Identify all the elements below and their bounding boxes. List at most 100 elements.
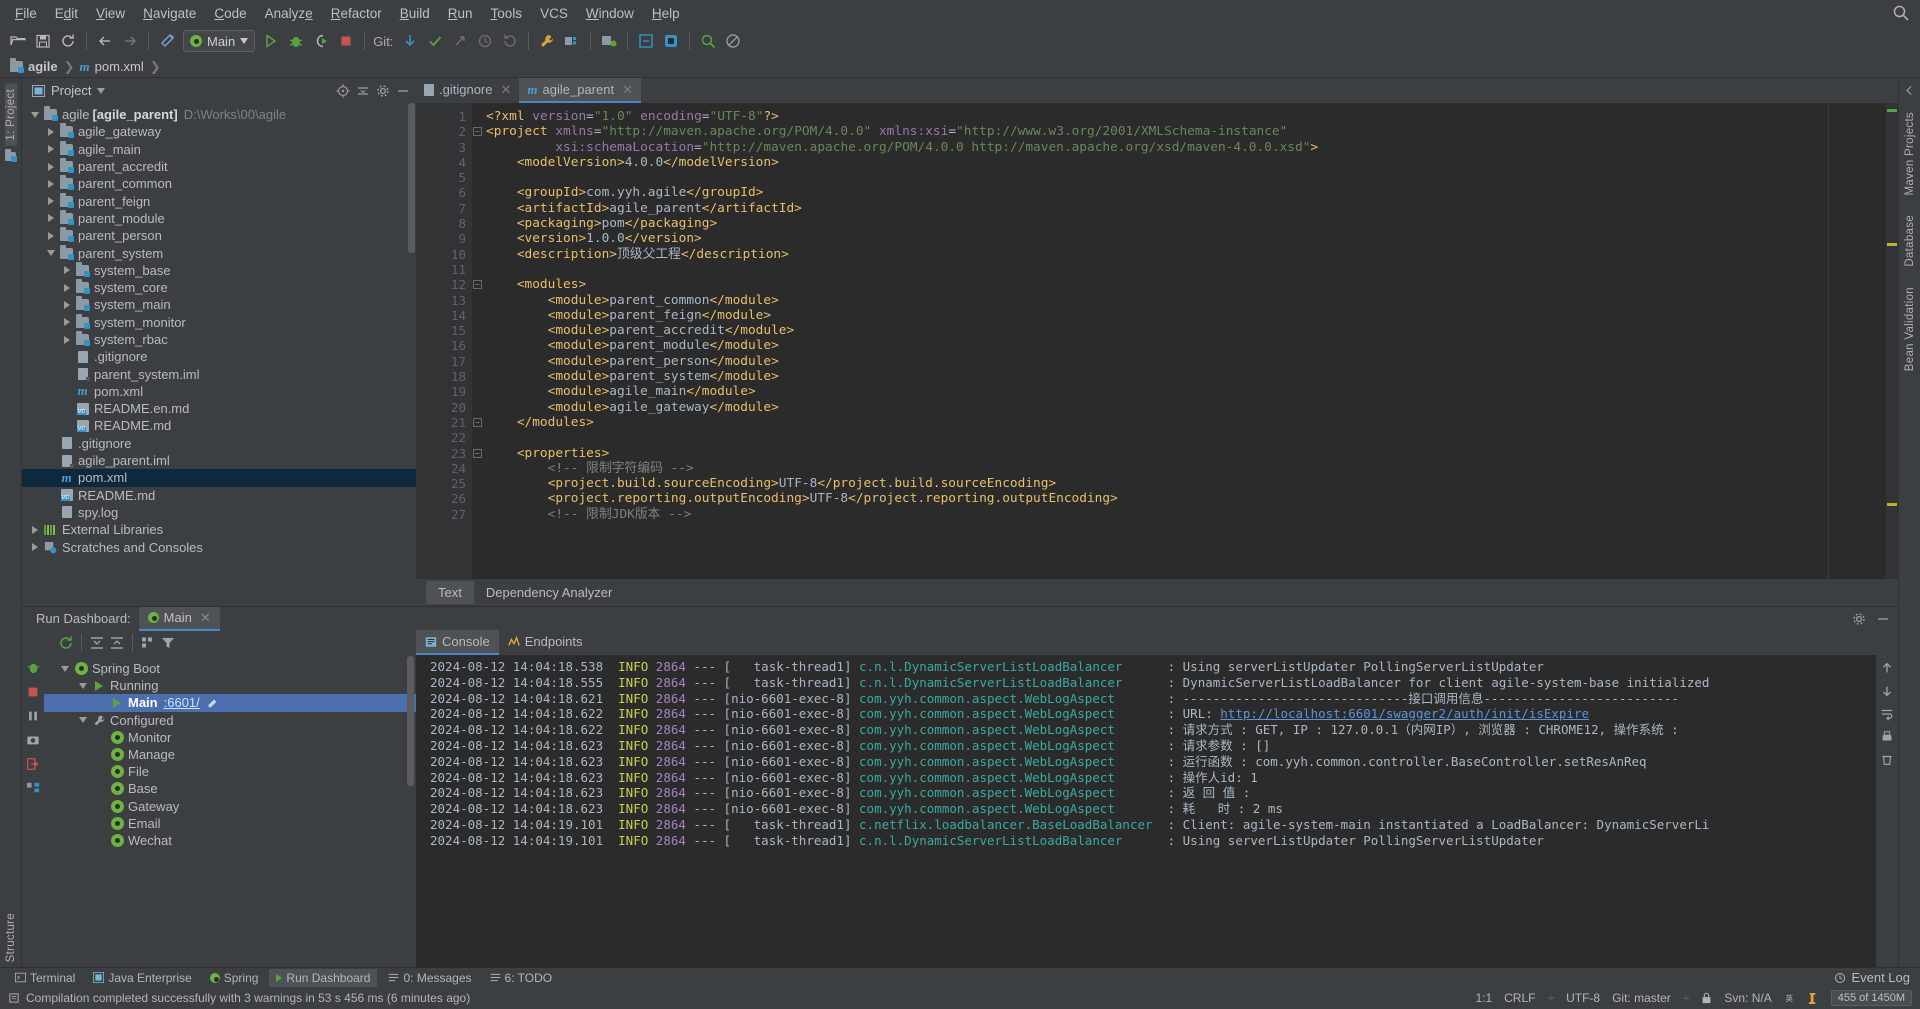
chevron-right-icon[interactable] [64,300,70,309]
project-tree-row[interactable]: agile_main [22,140,416,158]
menu-refactor[interactable]: Refactor [322,3,391,24]
console-viewport[interactable]: 2024-08-12 14:04:18.538 INFO 2864 --- [ … [416,655,1898,967]
code-fold-toggle[interactable]: − [473,127,482,137]
console-tab[interactable]: Console [416,630,499,655]
tool-window-button[interactable]: Java Enterprise [86,969,198,987]
project-tree-row[interactable]: parent_common [22,175,416,192]
tree-expand-arrow[interactable] [44,127,58,136]
group-by-icon[interactable] [140,635,156,651]
event-log-button[interactable]: Event Log [1834,970,1910,985]
run-dashboard-row[interactable]: File [44,763,416,780]
scroll-down-icon[interactable] [1880,684,1894,698]
run-dashboard-row[interactable]: Email [44,815,416,832]
svn-status[interactable]: Svn: N/A [1724,991,1771,1005]
project-tree-row[interactable]: parent_person [22,227,416,244]
menu-window[interactable]: Window [577,3,643,24]
gear-icon[interactable] [376,84,390,98]
console-output[interactable]: 2024-08-12 14:04:18.538 INFO 2864 --- [ … [416,655,1876,967]
chevron-right-icon[interactable] [48,179,54,188]
memory-indicator[interactable]: 455 of 1450M [1830,990,1912,1006]
menu-vcs[interactable]: VCS [531,3,577,24]
run-dashboard-port-link[interactable]: :6601/ [164,695,200,710]
file-encoding[interactable]: UTF-8 [1566,991,1600,1005]
project-tree-row[interactable]: system_monitor [22,313,416,331]
editor-bottom-tab[interactable]: Text [426,581,474,604]
camera-icon[interactable] [26,733,40,747]
scroll-up-icon[interactable] [1880,661,1894,675]
pause-icon[interactable] [26,709,40,723]
caret-position[interactable]: 1:1 [1475,991,1492,1005]
project-tree-row[interactable]: Scratches and Consoles [22,538,416,555]
project-tree-row[interactable]: system_main [22,296,416,313]
error-stripe[interactable] [1886,103,1898,579]
run-dashboard-row[interactable]: Configured [44,712,416,729]
tree-expand-arrow[interactable] [76,717,90,724]
chevron-right-icon[interactable] [64,335,70,344]
expand-all-icon[interactable] [89,635,105,651]
locate-icon[interactable] [336,83,350,98]
git-history-icon[interactable] [473,29,497,53]
folder-icon[interactable] [5,148,17,162]
run-icon[interactable] [259,29,283,53]
menu-code[interactable]: Code [205,3,255,24]
project-tree-row[interactable]: parent_system [22,244,416,261]
project-tree-row[interactable]: parent_accredit [22,158,416,175]
tree-expand-arrow[interactable] [60,300,74,309]
tool-window-button[interactable]: Terminal [8,969,82,987]
tool-window-button[interactable]: 0: Messages [381,969,478,987]
tree-expand-arrow[interactable] [44,250,58,257]
tree-expand-arrow[interactable] [60,318,74,327]
run-dashboard-row[interactable]: Running [44,677,416,694]
tree-expand-arrow[interactable] [60,283,74,292]
project-structure-icon[interactable] [560,29,584,53]
tool-window-button[interactable]: Spring [203,969,266,987]
menu-build[interactable]: Build [391,3,439,24]
project-tree-row[interactable]: system_rbac [22,331,416,348]
sdk-manager-icon[interactable] [597,29,621,53]
project-tree-row[interactable]: .gitignore [22,348,416,365]
project-tree-row[interactable]: system_base [22,261,416,279]
code-fold-toggle[interactable]: − [473,280,482,290]
run-coverage-icon[interactable] [309,29,333,53]
project-tree-row[interactable]: agile_parent.iml [22,452,416,469]
stop-icon[interactable] [334,29,358,53]
code-fold-toggle[interactable]: − [473,417,482,427]
chevron-right-icon[interactable] [48,197,54,206]
chevron-right-icon[interactable] [64,283,70,292]
code-fold-toggle[interactable]: − [473,448,482,458]
chevron-right-icon[interactable] [64,318,70,327]
warning-marker[interactable] [1887,109,1897,112]
run-dashboard-row[interactable]: Monitor [44,729,416,746]
editor-tab[interactable]: m agile_parent ✕ [519,78,641,103]
gear-icon[interactable] [1852,612,1866,626]
git-push-icon[interactable] [448,29,472,53]
forward-arrow-icon[interactable] [118,29,142,53]
debug-icon[interactable] [26,660,41,675]
warning-marker[interactable] [1887,503,1897,506]
code-viewport[interactable]: 1 2−3 4 5 6 7 8 9 10 11 12−13 14 15 16 17 18 19 20 21−22 23… [416,103,1898,579]
project-tree-row[interactable]: agile_gateway [22,123,416,140]
project-tree-row[interactable]: parent_feign [22,192,416,209]
run-dashboard-row[interactable]: Base [44,780,416,797]
sidebar-item-maven-projects[interactable]: Maven Projects [1904,107,1916,200]
tree-expand-arrow[interactable] [28,525,42,534]
warning-marker[interactable] [1887,243,1897,246]
git-revert-icon[interactable] [498,29,522,53]
project-tree-row[interactable]: README.md [22,417,416,434]
save-icon[interactable] [31,29,55,53]
chevron-down-icon[interactable] [79,682,87,689]
collapse-right-icon[interactable] [1903,84,1916,97]
project-tree-row[interactable]: system_core [22,279,416,296]
sidebar-item-database[interactable]: Database [1904,210,1916,272]
chevron-down-icon[interactable] [240,38,249,44]
tree-expand-arrow[interactable] [60,266,74,275]
chevron-right-icon[interactable] [48,162,54,171]
tree-expand-arrow[interactable] [60,335,74,344]
git-branch[interactable]: Git: master [1612,991,1671,1005]
project-tree-row[interactable]: .gitignore [22,435,416,452]
hammer-icon[interactable] [155,29,179,53]
back-arrow-icon[interactable] [93,29,117,53]
chevron-down-icon[interactable] [47,250,55,257]
tree-expand-arrow[interactable] [44,145,58,154]
project-tree-row[interactable]: External Libraries [22,521,416,538]
